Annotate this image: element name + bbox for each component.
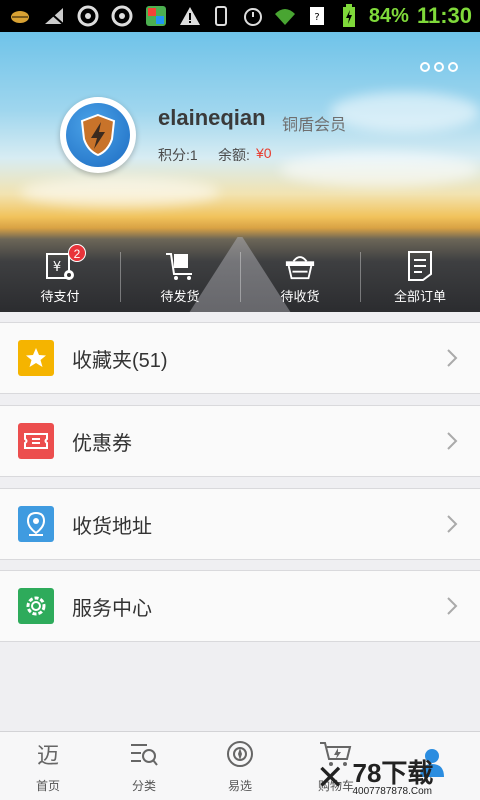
clock: 11:30 [416, 3, 472, 28]
menu-coupons[interactable]: 优惠券 [0, 405, 480, 477]
tab-home[interactable]: 迈 首页 [0, 732, 96, 800]
order-pending-shipment[interactable]: 待发货 [120, 242, 240, 312]
profile-header: elaineqian 铜盾会员 积分:1 余额: ¥0 ¥ 2 待支付 待发货 … [0, 32, 480, 312]
order-status-bar: ¥ 2 待支付 待发货 待收货 全部订单 [0, 242, 480, 312]
avatar[interactable] [60, 97, 136, 173]
menu-label: 收货地址 [72, 515, 152, 538]
payment-icon: ¥ 2 [44, 243, 86, 282]
order-label: 全部订单 [393, 288, 446, 304]
member-level: 铜盾会员 [282, 117, 347, 134]
battery-percent: 84% [368, 4, 409, 27]
svg-text:迈: 迈 [37, 744, 59, 769]
coupon-icon [18, 423, 54, 459]
app-icon [144, 5, 168, 27]
order-pending-receipt[interactable]: 待收货 [240, 242, 360, 312]
tab-label: 易选 [227, 778, 252, 793]
gear-icon [18, 588, 54, 624]
menu-shipping-address[interactable]: 收货地址 [0, 488, 480, 560]
tab-label: 分类 [131, 778, 156, 793]
menu-favorites[interactable]: 收藏夹(51) [0, 322, 480, 394]
username: elaineqian [158, 105, 266, 130]
sync-icon [110, 5, 134, 27]
order-pending-payment[interactable]: ¥ 2 待支付 [0, 242, 120, 312]
watermark-url: 4007787878.Com [352, 785, 433, 797]
balance-value: ¥0 [256, 145, 272, 161]
location-icon [18, 506, 54, 542]
menu-label: 服务中心 [72, 597, 152, 620]
svg-text:¥: ¥ [53, 260, 61, 275]
order-all[interactable]: 全部订单 [360, 242, 480, 312]
chevron-right-icon [446, 514, 458, 539]
watermark: ✕ 78下载 4007787878.Com [316, 758, 476, 798]
chevron-right-icon [446, 348, 458, 373]
more-options-icon[interactable] [420, 62, 458, 72]
basket-icon [284, 250, 316, 282]
order-label: 待支付 [40, 288, 80, 304]
tab-pick[interactable]: 易选 [192, 732, 288, 800]
home-icon: 迈 [31, 739, 65, 774]
sim-icon: ? [305, 5, 329, 27]
status-bar: ? 84% 11:30 [0, 0, 480, 32]
balance-label: 余额: [218, 147, 250, 163]
menu-service-center[interactable]: 服务中心 [0, 570, 480, 642]
alarm-icon [241, 5, 265, 27]
points: 积分:1 [158, 147, 198, 163]
watermark-logo-icon: ✕ [316, 759, 345, 797]
tab-category[interactable]: 分类 [96, 732, 192, 800]
menu-label: 优惠券 [72, 432, 132, 455]
order-label: 待发货 [160, 288, 200, 304]
category-search-icon [127, 739, 161, 774]
menu-label: 收藏夹(51) [72, 349, 168, 372]
cart-box-icon [164, 250, 196, 282]
star-icon [18, 340, 54, 376]
android-icon [8, 5, 32, 27]
compass-icon [223, 739, 257, 774]
order-badge: 2 [68, 243, 86, 262]
tab-label: 首页 [35, 778, 60, 793]
chevron-right-icon [446, 596, 458, 621]
sync-icon [76, 5, 100, 27]
order-list-icon [404, 250, 436, 282]
wifi-icon [273, 5, 297, 27]
watermark-title: 78下载 [352, 757, 434, 788]
warning-icon [178, 5, 202, 27]
battery-charging-icon [337, 4, 361, 27]
shield-lightning-icon [66, 103, 130, 167]
vibrate-icon [209, 5, 233, 27]
order-label: 待收货 [280, 288, 320, 304]
chevron-right-icon [446, 431, 458, 456]
signal-off-icon [42, 5, 66, 27]
svg-text:?: ? [314, 12, 319, 23]
